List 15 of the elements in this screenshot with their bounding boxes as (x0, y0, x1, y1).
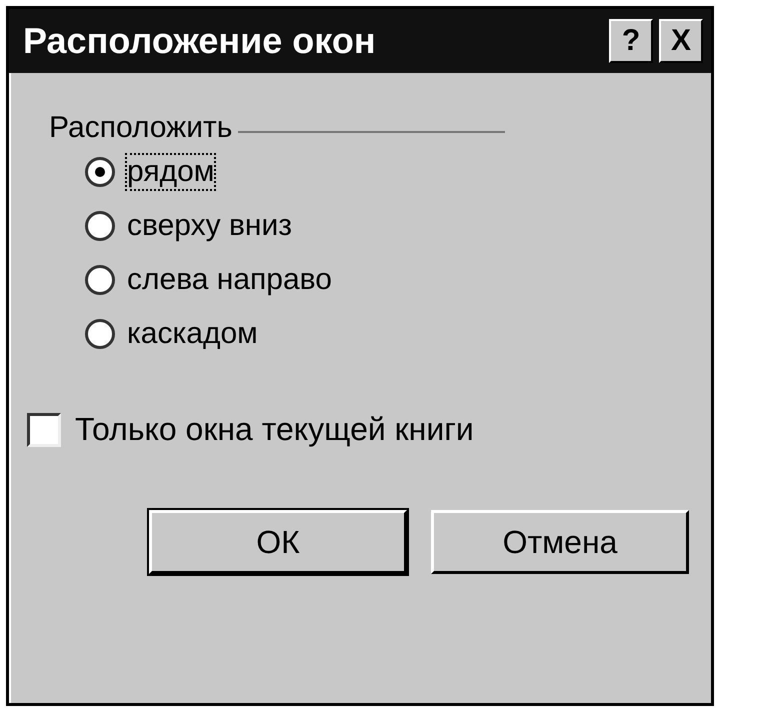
ok-button[interactable]: ОК (149, 510, 407, 574)
radio-label: рядом (127, 155, 214, 189)
radio-label: каскадом (127, 317, 258, 351)
close-button[interactable]: X (659, 19, 703, 63)
checkbox[interactable] (27, 412, 61, 446)
radio-button[interactable] (85, 211, 115, 241)
help-button[interactable]: ? (609, 19, 653, 63)
cancel-button[interactable]: Отмена (431, 510, 689, 574)
radio-button[interactable] (85, 319, 115, 349)
checkbox-label: Только окна текущей книги (75, 411, 474, 448)
radio-button[interactable] (85, 157, 115, 187)
radio-button[interactable] (85, 265, 115, 295)
radio-label: сверху вниз (127, 209, 292, 243)
radio-label: слева направо (127, 263, 332, 297)
window-title: Расположение окон (23, 20, 377, 62)
